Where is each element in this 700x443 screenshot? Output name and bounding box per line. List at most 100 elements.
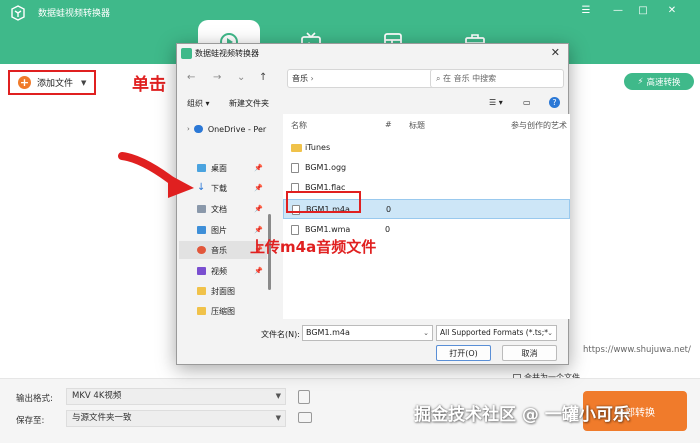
file-row-ogg[interactable]: BGM1.ogg bbox=[283, 158, 570, 178]
folder-icon bbox=[197, 307, 206, 315]
file-number: 0 bbox=[386, 205, 392, 214]
column-header-number[interactable]: # bbox=[385, 120, 392, 129]
column-header-name[interactable]: 名称 bbox=[291, 120, 307, 131]
pictures-icon bbox=[197, 226, 206, 234]
file-number: 0 bbox=[385, 225, 391, 234]
videos-icon bbox=[197, 267, 206, 275]
save-to-label: 保存至: bbox=[16, 416, 45, 426]
sidebar-item-compressed[interactable]: 压缩图 bbox=[179, 302, 267, 320]
up-arrow-icon[interactable]: ↑ bbox=[259, 72, 267, 83]
filename-value: BGM1.m4a bbox=[306, 328, 350, 337]
pin-icon: 📌 bbox=[254, 164, 263, 172]
upload-hint-annotation: 上传m4a音频文件 bbox=[250, 238, 377, 256]
onedrive-icon bbox=[193, 125, 203, 133]
save-to-select[interactable]: 与源文件夹一致 ▼ bbox=[66, 410, 286, 427]
pin-icon: 📌 bbox=[254, 267, 263, 275]
search-icon: ⌕ bbox=[436, 74, 444, 83]
address-path: 音乐 bbox=[292, 74, 308, 83]
search-input[interactable]: ⌕ 在 音乐 中搜索 bbox=[430, 69, 564, 88]
filetype-value: All Supported Formats (*.ts;* bbox=[440, 328, 548, 337]
chevron-down-icon: ▼ bbox=[275, 392, 281, 400]
filetype-select[interactable]: All Supported Formats (*.ts;* ⌄ bbox=[436, 325, 557, 341]
cancel-button[interactable]: 取消 bbox=[502, 345, 557, 361]
chevron-down-icon[interactable]: ⌄ bbox=[423, 326, 429, 340]
filename-input[interactable]: BGM1.m4a ⌄ bbox=[302, 325, 433, 341]
file-name: BGM1.wma bbox=[305, 225, 351, 234]
organize-label: 组织 bbox=[187, 99, 203, 108]
folder-open-icon[interactable] bbox=[298, 412, 312, 423]
open-button[interactable]: 打开(O) bbox=[436, 345, 491, 361]
sidebar-item-label: 压缩图 bbox=[211, 306, 235, 316]
output-format-select[interactable]: MKV 4K视频 ▼ bbox=[66, 388, 286, 405]
sidebar-item-label: 视频 bbox=[211, 266, 227, 276]
output-format-label: 输出格式: bbox=[16, 394, 53, 404]
preview-pane-icon[interactable]: ▭ bbox=[523, 98, 531, 107]
sidebar-item-label: 文档 bbox=[211, 204, 227, 214]
highlight-box bbox=[286, 191, 361, 213]
view-options-icon[interactable]: ☰ ▾ bbox=[489, 98, 503, 107]
pin-icon: 📌 bbox=[254, 184, 263, 192]
sidebar-item-label: 封面图 bbox=[211, 286, 235, 296]
help-icon[interactable]: ? bbox=[549, 97, 560, 108]
download-icon: ↓ bbox=[197, 182, 206, 193]
audio-file-icon bbox=[291, 163, 299, 173]
red-arrow-annotation bbox=[118, 152, 194, 198]
chevron-down-icon[interactable]: ▼ bbox=[81, 79, 86, 87]
music-icon bbox=[197, 246, 206, 254]
app-logo-icon bbox=[181, 48, 192, 59]
output-format-value: MKV 4K视频 bbox=[72, 391, 122, 401]
forward-arrow-icon[interactable]: → bbox=[213, 72, 221, 83]
menu-icon[interactable]: ☰ bbox=[577, 3, 595, 19]
sidebar-item-videos[interactable]: 视频 📌 bbox=[179, 262, 267, 280]
dialog-title-bar: 数据蛙视频转换器 ✕ bbox=[177, 44, 568, 64]
pin-icon: 📌 bbox=[254, 205, 263, 213]
plus-icon: + bbox=[18, 76, 31, 89]
add-file-label: 添加文件 bbox=[37, 79, 74, 89]
sidebar-item-label: OneDrive - Per bbox=[207, 124, 267, 134]
file-list: 名称 # 标题 参与创作的艺术 iTunes BGM1.ogg BGM1.fla… bbox=[283, 114, 570, 319]
folder-icon bbox=[291, 144, 302, 152]
lightning-icon: ⚡ bbox=[637, 76, 644, 87]
search-placeholder: 在 音乐 中搜索 bbox=[443, 74, 497, 83]
dialog-footer: 文件名(N): BGM1.m4a ⌄ All Supported Formats… bbox=[177, 319, 568, 366]
file-name: iTunes bbox=[305, 143, 331, 152]
close-button[interactable]: ✕ bbox=[663, 3, 681, 19]
settings-doc-icon[interactable] bbox=[298, 390, 310, 404]
sidebar-item-onedrive[interactable]: › OneDrive - Per bbox=[179, 120, 267, 138]
chevron-down-icon: ⌄ bbox=[547, 329, 553, 337]
minimize-button[interactable]: — bbox=[609, 3, 627, 19]
app-logo-icon bbox=[11, 5, 25, 21]
maximize-button[interactable]: □ bbox=[634, 3, 652, 19]
column-header-title[interactable]: 标题 bbox=[409, 120, 425, 131]
documents-icon bbox=[197, 205, 206, 213]
command-bar: 组织 ▾ 新建文件夹 ☰ ▾ ▭ ? bbox=[177, 92, 568, 114]
watermark: 掘金技术社区 @ 一罐小可乐 bbox=[414, 405, 630, 425]
close-icon[interactable]: ✕ bbox=[551, 46, 560, 59]
website-link[interactable]: https://www.shujuwa.net/ bbox=[583, 345, 691, 355]
sidebar-item-label: 图片 bbox=[211, 225, 227, 235]
dialog-nav-bar: ← → ⌄ ↑ 音乐 › ⌄ ↻ ⌕ 在 音乐 中搜索 bbox=[177, 64, 568, 92]
organize-menu[interactable]: 组织 ▾ bbox=[187, 98, 210, 109]
column-header-artist[interactable]: 参与创作的艺术 bbox=[511, 120, 569, 131]
chevron-down-icon: ▼ bbox=[275, 414, 281, 422]
navigation-pane: › OneDrive - Per 桌面 📌 ↓ 下载 📌 文档 📌 图片 📌 音… bbox=[177, 114, 273, 319]
app-title: 数据蛙视频转换器 bbox=[38, 9, 111, 19]
chevron-down-icon[interactable]: ⌄ bbox=[237, 72, 245, 83]
sidebar-item-label: 桌面 bbox=[211, 163, 227, 173]
sidebar-item-label: 下载 bbox=[211, 183, 227, 193]
file-name: BGM1.ogg bbox=[305, 163, 347, 172]
pin-icon: 📌 bbox=[254, 226, 263, 234]
fast-convert-label: 高速转换 bbox=[646, 77, 681, 88]
add-file-button[interactable]: + 添加文件 ▼ bbox=[8, 70, 96, 95]
file-open-dialog: 数据蛙视频转换器 ✕ ← → ⌄ ↑ 音乐 › ⌄ ↻ ⌕ 在 音乐 中搜索 组… bbox=[176, 43, 570, 366]
desktop-icon bbox=[197, 164, 206, 172]
fast-convert-button[interactable]: ⚡ 高速转换 bbox=[624, 73, 694, 90]
back-arrow-icon[interactable]: ← bbox=[187, 72, 195, 83]
file-row-itunes[interactable]: iTunes bbox=[283, 138, 570, 158]
sidebar-item-cover[interactable]: 封面图 bbox=[179, 282, 267, 300]
save-to-value: 与源文件夹一致 bbox=[72, 413, 132, 423]
folder-icon bbox=[197, 287, 206, 295]
audio-file-icon bbox=[291, 225, 299, 235]
sidebar-item-label: 音乐 bbox=[211, 245, 227, 255]
new-folder-button[interactable]: 新建文件夹 bbox=[229, 98, 269, 109]
